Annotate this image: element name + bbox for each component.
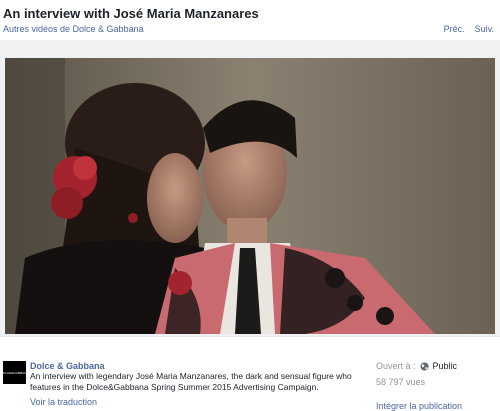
- privacy-setting: Ouvert à : Public: [376, 361, 496, 371]
- see-translation-link[interactable]: Voir la traduction: [30, 397, 97, 407]
- more-videos-link[interactable]: Autres vidéos de Dolce & Gabbana: [3, 24, 144, 34]
- next-video-link[interactable]: Suiv.: [475, 24, 494, 34]
- previous-video-link[interactable]: Préc.: [444, 24, 465, 34]
- video-info: DOLCE&GABBANA Dolce & Gabbana An intervi…: [0, 336, 500, 411]
- embed-post-link[interactable]: Intégrer la publication: [376, 401, 462, 411]
- video-header: An interview with José Maria Manzanares …: [0, 0, 500, 40]
- video-nav: Préc. Suiv.: [444, 24, 494, 34]
- video-description: An interview with legendary José Maria M…: [30, 371, 352, 392]
- logo-text: DOLCE&GABBANA: [0, 370, 29, 375]
- video-player[interactable]: [5, 58, 495, 334]
- privacy-label: Ouvert à :: [376, 361, 416, 371]
- globe-icon: [419, 361, 429, 371]
- video-frame: [0, 40, 500, 336]
- page-name-link[interactable]: Dolce & Gabbana: [30, 361, 105, 371]
- video-title: An interview with José Maria Manzanares: [3, 6, 259, 21]
- video-meta: Ouvert à : Public 58 797 vues Intégrer l…: [376, 361, 496, 411]
- privacy-value: Public: [432, 361, 458, 371]
- page-logo[interactable]: DOLCE&GABBANA: [0, 361, 29, 384]
- video-thumbnail: [5, 58, 495, 334]
- view-count: 58 797 vues: [376, 377, 426, 387]
